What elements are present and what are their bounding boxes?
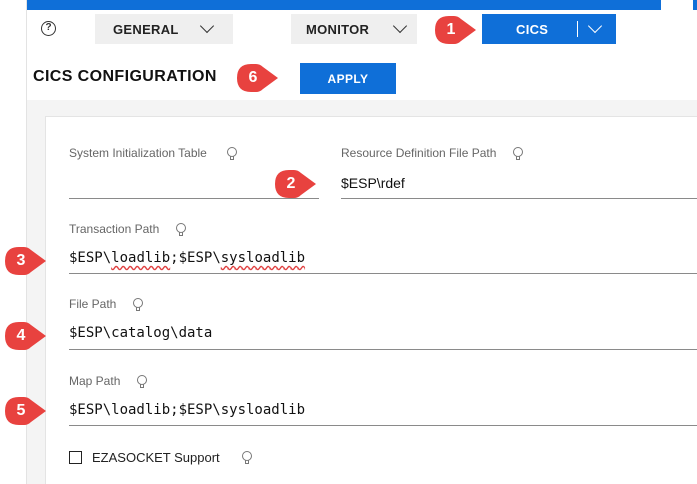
transaction-value-part: $ESP\ bbox=[69, 250, 112, 266]
transaction-input[interactable]: $ESP\loadlib;$ESP\sysloadlib bbox=[69, 250, 305, 266]
transaction-value-part: loadlib bbox=[111, 250, 171, 266]
ezasocket-label: EZASOCKET Support bbox=[92, 450, 220, 465]
callout-badge: 3 bbox=[4, 246, 48, 276]
callout-badge: 1 bbox=[434, 15, 478, 45]
callout-badge: 5 bbox=[4, 396, 48, 426]
rdef-label: Resource Definition File Path bbox=[341, 146, 497, 160]
tab-monitor-label: MONITOR bbox=[306, 21, 370, 37]
lightbulb-icon[interactable] bbox=[227, 147, 237, 160]
map-path-label: Map Path bbox=[69, 374, 121, 388]
lightbulb-icon[interactable] bbox=[513, 147, 523, 160]
file-path-label: File Path bbox=[69, 297, 117, 311]
tab-cics-label: CICS bbox=[516, 21, 549, 37]
callout-number: 3 bbox=[16, 252, 26, 269]
transaction-underline bbox=[69, 273, 697, 274]
question-circle-icon[interactable]: ? bbox=[41, 21, 56, 36]
sit-label: System Initialization Table bbox=[69, 146, 207, 160]
tab-general[interactable]: GENERAL bbox=[95, 14, 233, 44]
chevron-down-icon[interactable] bbox=[587, 18, 603, 34]
top-bar-notch bbox=[661, 0, 693, 10]
lightbulb-icon[interactable] bbox=[133, 298, 143, 311]
ezasocket-checkbox[interactable] bbox=[69, 451, 82, 464]
rdef-underline bbox=[341, 198, 697, 199]
callout-number: 5 bbox=[16, 402, 26, 419]
file-path-underline bbox=[69, 349, 697, 350]
transaction-label: Transaction Path bbox=[69, 222, 160, 236]
rdef-input[interactable]: $ESP\rdef bbox=[341, 175, 405, 191]
tab-general-label: GENERAL bbox=[113, 21, 179, 37]
map-path-input[interactable]: $ESP\loadlib;$ESP\sysloadlib bbox=[69, 402, 305, 418]
callout-number: 2 bbox=[286, 175, 296, 192]
callout-badge: 6 bbox=[236, 63, 280, 93]
sit-input[interactable] bbox=[69, 175, 309, 195]
callout-number: 4 bbox=[16, 327, 26, 344]
lightbulb-icon[interactable] bbox=[176, 223, 186, 236]
lightbulb-icon[interactable] bbox=[137, 375, 147, 388]
lightbulb-icon[interactable] bbox=[242, 451, 252, 464]
chevron-down-icon[interactable] bbox=[392, 18, 408, 34]
tab-bar: ? GENERAL MONITOR CICS bbox=[27, 10, 697, 44]
callout-number: 6 bbox=[248, 69, 258, 86]
page-title: CICS CONFIGURATION bbox=[33, 68, 217, 85]
callout-number: 1 bbox=[446, 21, 456, 38]
apply-button[interactable]: APPLY bbox=[300, 63, 396, 94]
file-path-input[interactable]: $ESP\catalog\data bbox=[69, 325, 212, 341]
transaction-value-part: ;$ESP\ bbox=[170, 250, 221, 266]
top-accent-bar bbox=[27, 0, 697, 10]
tab-monitor[interactable]: MONITOR bbox=[291, 14, 417, 44]
map-path-underline bbox=[69, 425, 697, 426]
callout-badge: 2 bbox=[274, 169, 318, 199]
callout-badge: 4 bbox=[4, 321, 48, 351]
transaction-value-part: sysloadlib bbox=[220, 250, 306, 266]
chevron-down-icon[interactable] bbox=[199, 18, 215, 34]
tab-cics[interactable]: CICS bbox=[482, 14, 616, 44]
tab-divider bbox=[577, 21, 578, 37]
